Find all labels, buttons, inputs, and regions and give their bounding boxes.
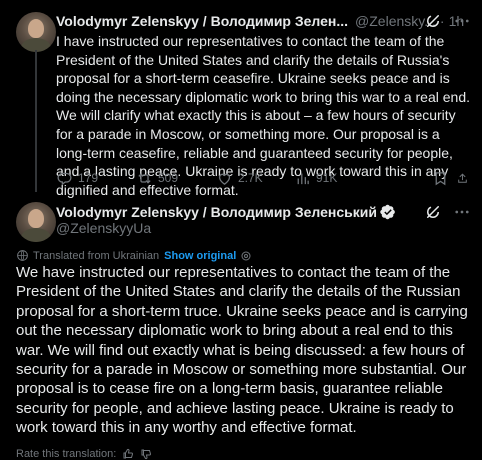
grok-icon[interactable] [424,203,442,221]
translate-icon [17,250,28,261]
share-icon [458,172,467,183]
views-icon [297,173,309,184]
like-button[interactable]: 2.7K [216,170,294,187]
like-icon [218,173,231,185]
author-name[interactable]: Volodymyr Zelenskyy / Володимир Зелен... [56,12,348,30]
thread-connector-line [35,50,37,192]
avatar[interactable] [16,12,56,52]
rate-translation-label: Rate this translation: [16,448,117,460]
tweet-actions-bar: 179 509 2.7K 91K [56,168,474,188]
views-button[interactable]: 91K [294,170,432,187]
bookmark-button[interactable] [432,170,456,187]
author-name-main[interactable]: Volodymyr Zelenskyy / Володимир Зеленськ… [56,203,377,221]
like-count: 2.7K [238,171,263,185]
reply-count: 179 [78,171,99,185]
settings-icon[interactable] [240,250,252,262]
verified-badge-icon [380,204,395,220]
avatar-main[interactable] [16,202,56,242]
tweet-main-header: Volodymyr Zelenskyy / Володимир Зеленськ… [56,203,396,221]
tweet-parent[interactable]: Volodymyr Zelenskyy / Володимир Зелен...… [0,0,482,198]
thumbs-down-icon[interactable] [140,448,152,460]
repost-button[interactable]: 509 [136,170,216,187]
views-count: 91K [316,171,338,185]
thumbs-up-icon[interactable] [122,448,134,460]
tweet-main-body: We have instructed our representatives t… [16,264,468,437]
author-handle-main[interactable]: @ZelenskyyUa [56,220,151,236]
reply-button[interactable]: 179 [56,170,136,187]
repost-icon [138,172,151,184]
translation-notice: Translated from Ukrainian Show original [16,249,252,262]
bookmark-icon [435,171,446,185]
translated-from-label: Translated from Ukrainian [33,249,160,262]
more-icon[interactable] [453,12,471,30]
show-original-link[interactable]: Show original [164,250,236,262]
repost-count: 509 [158,171,179,185]
rate-translation-row: Rate this translation: [16,448,152,460]
more-icon[interactable] [453,203,471,221]
share-button[interactable] [456,170,474,187]
reply-icon [57,172,72,185]
tweet-header: Volodymyr Zelenskyy / Володимир Зелен...… [56,12,464,30]
grok-icon[interactable] [424,12,442,30]
